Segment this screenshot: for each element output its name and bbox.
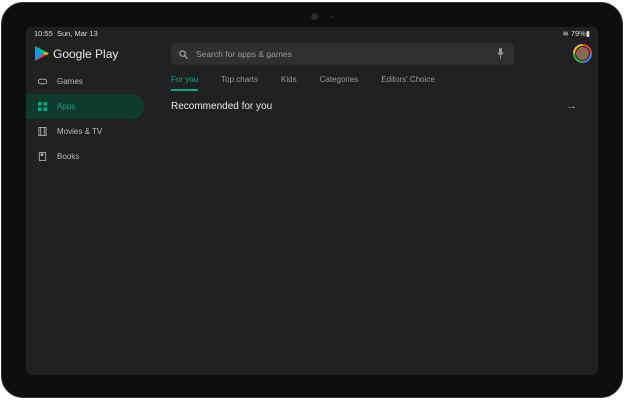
sidebar-item-label: Games: [57, 77, 83, 86]
arrow-right-icon[interactable]: →: [566, 100, 577, 112]
sensor: [331, 15, 334, 18]
book-icon: [38, 152, 47, 161]
tab-for-you[interactable]: For you: [171, 75, 199, 91]
status-right: ≋ 79%▮: [562, 29, 590, 38]
sidebar-item-games[interactable]: Games: [26, 69, 144, 94]
sidebar-item-movies[interactable]: Movies & TV: [26, 119, 144, 144]
tab-top-charts[interactable]: Top charts: [221, 75, 258, 91]
screen: 10:55 Sun, Mar 13 ≋ 79%▮ Google Play Gam…: [26, 27, 598, 375]
search-input[interactable]: Search for apps & games: [196, 49, 292, 59]
search-icon: [179, 49, 188, 59]
status-time: 10:55: [34, 29, 53, 38]
gamepad-icon: [38, 78, 47, 85]
microphone-icon[interactable]: [497, 48, 504, 59]
apps-grid-icon: [38, 102, 47, 111]
search-bar[interactable]: Search for apps & games: [171, 43, 514, 65]
google-play-logo[interactable]: Google Play: [35, 46, 118, 61]
battery-level: 79%: [570, 29, 586, 38]
play-logo-icon: [35, 46, 49, 61]
status-left: 10:55 Sun, Mar 13: [34, 29, 98, 38]
sidebar-item-label: Apps: [57, 102, 76, 111]
tab-editors-choice[interactable]: Editors' Choice: [381, 75, 435, 91]
sidebar: Games Apps Movies & TV Books: [26, 69, 144, 169]
app-name: Google Play: [53, 46, 119, 61]
sidebar-item-apps[interactable]: Apps: [26, 94, 144, 119]
battery-icon: ▮: [585, 29, 590, 38]
sidebar-item-books[interactable]: Books: [26, 144, 144, 169]
section-title: Recommended for you: [171, 101, 273, 112]
sidebar-item-label: Books: [57, 152, 80, 161]
tab-categories[interactable]: Categories: [320, 75, 359, 91]
wifi-icon: ≋: [562, 29, 569, 38]
sidebar-item-label: Movies & TV: [57, 127, 103, 136]
tab-kids[interactable]: Kids: [281, 75, 297, 91]
tab-bar: For you Top charts Kids Categories Edito…: [171, 75, 458, 91]
film-icon: [38, 127, 47, 136]
camera: [311, 13, 318, 20]
status-date: Sun, Mar 13: [56, 29, 98, 38]
avatar[interactable]: [573, 44, 592, 63]
